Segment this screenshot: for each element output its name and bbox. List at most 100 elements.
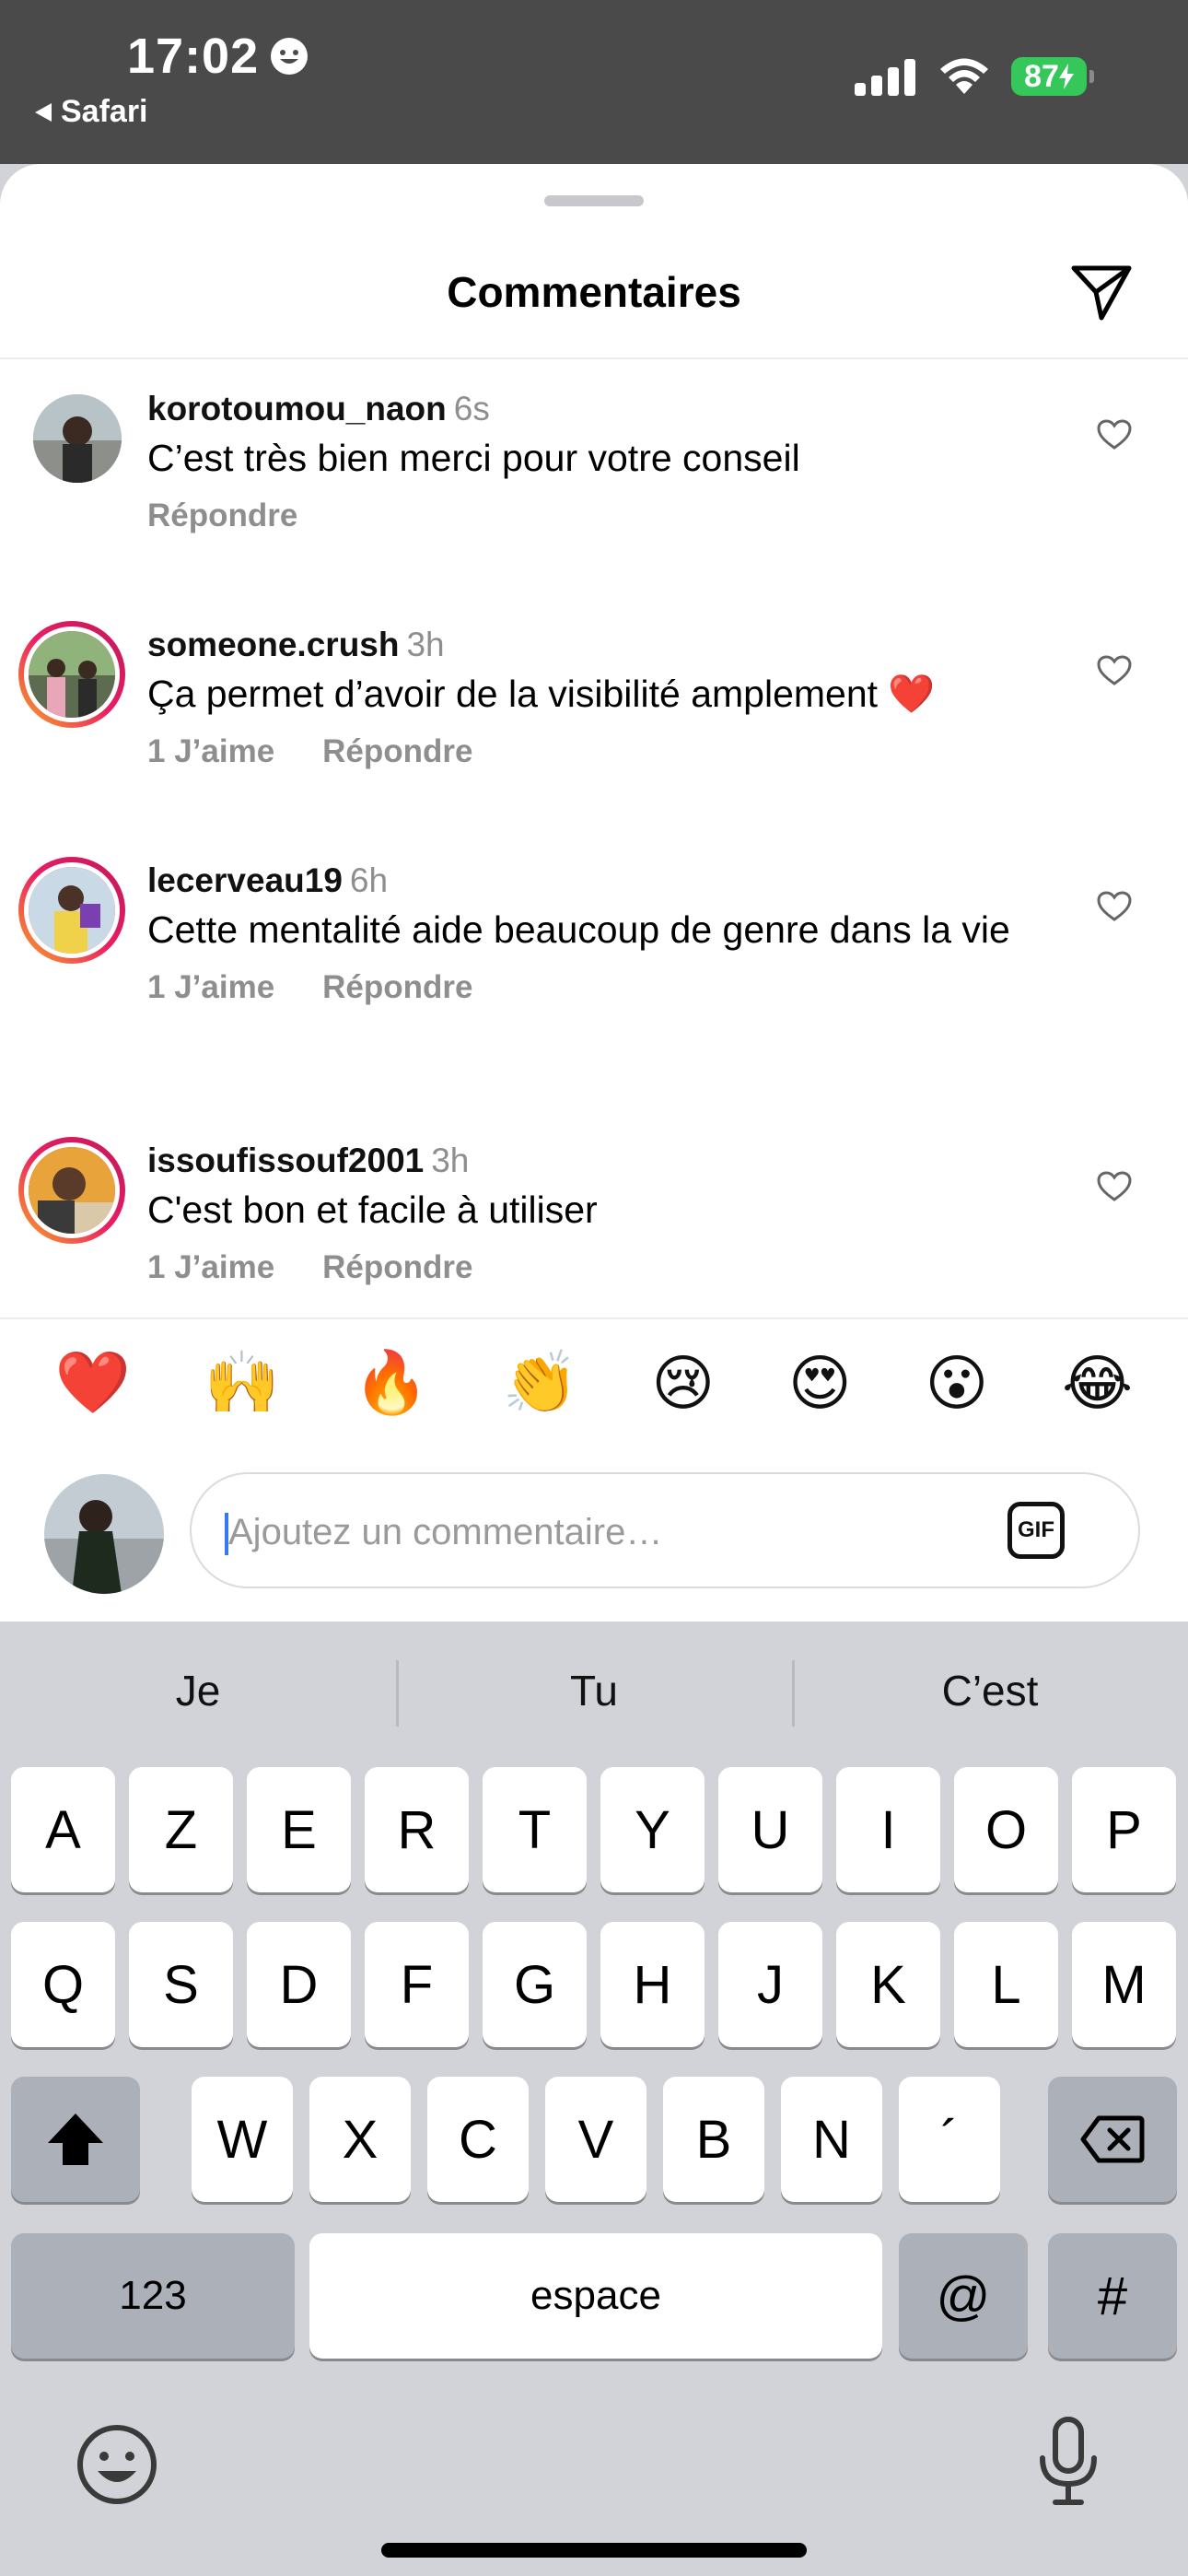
comment-username[interactable]: someone.crush [147,626,399,663]
emoji-heart[interactable]: ❤️ [55,1347,131,1419]
keyboard: Je Tu C’est A Z E R T Y U I O P Q S D F … [0,1622,1188,2576]
suggestion-item[interactable]: C’est [792,1622,1188,1760]
sheet-grabber[interactable] [544,195,644,206]
numbers-key[interactable]: 123 [11,2233,295,2359]
key-u[interactable]: U [718,1767,822,1892]
key-d[interactable]: D [247,1922,351,2047]
emoji-keyboard-icon [77,2425,157,2504]
key-f[interactable]: F [365,1922,469,2047]
hash-key[interactable]: # [1048,2233,1177,2359]
comment-username[interactable]: issoufissouf2001 [147,1142,424,1179]
home-indicator [381,2543,807,2558]
share-button[interactable] [1065,256,1138,330]
key-a[interactable]: A [11,1767,115,1892]
comment-text: Cette mentalité aide beaucoup de genre d… [147,908,1010,951]
comment-body: korotoumou_naon 6s C’est très bien merci … [147,389,1050,534]
comment-input[interactable] [227,1500,967,1564]
heart-outline-icon [1097,655,1132,685]
avatar-story-ring[interactable] [18,1137,125,1244]
emoji-keyboard-button[interactable] [76,2423,158,2506]
like-button[interactable] [1089,881,1140,932]
key-r[interactable]: R [365,1767,469,1892]
emoji-fire[interactable]: 🔥 [354,1347,429,1419]
reply-button[interactable]: Répondre [322,969,472,1006]
key-b[interactable]: B [663,2077,764,2202]
comment-username[interactable]: lecerveau19 [147,861,343,899]
comment-time: 3h [431,1142,470,1179]
key-l[interactable]: L [954,1922,1058,2047]
likes-count[interactable]: 1 J’aime [147,969,274,1006]
charging-bolt-icon [1058,64,1074,89]
back-to-app[interactable]: Safari [33,94,148,130]
avatar-story-ring[interactable] [18,857,125,964]
reply-button[interactable]: Répondre [322,733,472,770]
key-k[interactable]: K [836,1922,940,2047]
battery-level: 87 [1024,58,1059,94]
emoji-surprised[interactable]: 😮 [925,1348,988,1419]
key-q[interactable]: Q [11,1922,115,2047]
key-c[interactable]: C [427,2077,529,2202]
backspace-icon [1080,2115,1145,2163]
quick-emoji-bar: ❤️ 🙌 🔥 👏 😢 😍 😮 😂 [0,1317,1188,1446]
likes-count[interactable]: 1 J’aime [147,733,274,770]
comment-item: someone.crush 3h Ça permet d’avoir de la … [0,621,1188,866]
emoji-heart-eyes[interactable]: 😍 [788,1348,852,1419]
key-v[interactable]: V [545,2077,646,2202]
reply-button[interactable]: Répondre [322,1249,472,1286]
key-s[interactable]: S [129,1922,233,2047]
suggestion-item[interactable]: Je [0,1622,396,1760]
comment-text: Ça permet d’avoir de la visibilité ample… [147,673,936,715]
cellular-signal-icon [855,59,915,96]
paper-plane-icon [1071,265,1132,321]
like-button[interactable] [1089,409,1140,461]
comment-text: C’est très bien merci pour votre conseil [147,437,800,479]
time-label: 17:02 [127,29,260,84]
key-accent[interactable]: ´ [899,2077,1000,2202]
heart-outline-icon [1097,1171,1132,1201]
predictive-bar: Je Tu C’est [0,1622,1188,1760]
battery-indicator: 87 [1011,57,1094,96]
key-i[interactable]: I [836,1767,940,1892]
avatar [24,1142,120,1238]
comment-field[interactable]: GIF [190,1472,1140,1588]
key-n[interactable]: N [781,2077,882,2202]
shift-key[interactable] [11,2077,140,2202]
back-triangle-icon [35,102,52,122]
key-y[interactable]: Y [600,1767,705,1892]
key-h[interactable]: H [600,1922,705,2047]
key-p[interactable]: P [1072,1767,1176,1892]
dictation-button[interactable] [1031,2416,1105,2508]
comment-item: korotoumou_naon 6s C’est très bien merci … [0,390,1188,630]
suggestion-item[interactable]: Tu [396,1622,792,1760]
avatar [24,626,120,722]
key-w[interactable]: W [192,2077,293,2202]
key-e[interactable]: E [247,1767,351,1892]
key-j[interactable]: J [718,1922,822,2047]
emoji-crying[interactable]: 😢 [651,1348,715,1419]
likes-count[interactable]: 1 J’aime [147,1249,274,1286]
like-button[interactable] [1089,1161,1140,1212]
emoji-raised-hands[interactable]: 🙌 [204,1347,280,1419]
key-x[interactable]: X [309,2077,411,2202]
emoji-laughing[interactable]: 😂 [1062,1348,1133,1419]
at-key[interactable]: @ [899,2233,1028,2359]
comment-item: lecerveau19 6h Cette mentalité aide beauc… [0,857,1188,1146]
avatar [24,862,120,958]
key-m[interactable]: M [1072,1922,1176,2047]
comment-body: lecerveau19 6h Cette mentalité aide beauc… [147,861,1050,1006]
comment-username[interactable]: korotoumou_naon [147,390,447,427]
backspace-key[interactable] [1048,2077,1177,2202]
key-z[interactable]: Z [129,1767,233,1892]
gif-button[interactable]: GIF [1007,1502,1065,1559]
key-o[interactable]: O [954,1767,1058,1892]
key-t[interactable]: T [483,1767,587,1892]
key-g[interactable]: G [483,1922,587,2047]
status-time: 17:02 [127,28,309,85]
like-button[interactable] [1089,645,1140,697]
space-key[interactable]: espace [309,2233,882,2359]
emoji-clap[interactable]: 👏 [503,1347,578,1419]
avatar-story-ring[interactable] [18,621,125,728]
reply-button[interactable]: Répondre [147,498,297,534]
avatar[interactable] [33,394,122,483]
comment-time: 6h [349,861,389,899]
